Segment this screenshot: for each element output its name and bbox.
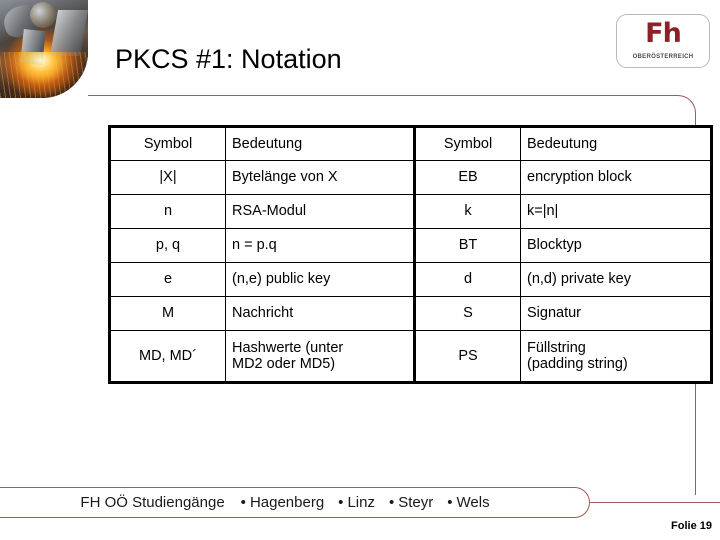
cell-meaning-right: (n,d) private key: [520, 262, 713, 297]
footer-brand: FH OÖ Studiengänge: [80, 494, 225, 511]
cell-symbol-left: |X|: [108, 160, 226, 195]
cell-symbol-left: MD, MD´: [108, 330, 226, 384]
footer-campus-label: Linz: [347, 494, 375, 511]
cell-symbol-right: EB: [413, 160, 521, 195]
table-row: n RSA-Modul k k=|n|: [108, 194, 713, 229]
photo-sparks: [0, 52, 88, 98]
footer-banner: FH OÖ Studiengänge • Hagenberg • Linz • Ste…: [0, 487, 590, 518]
fh-logo: Fh OBERÖSTERREICH: [616, 14, 710, 68]
cell-meaning-left: Nachricht: [225, 296, 415, 331]
notation-table: Symbol Bedeutung Symbol Bedeutung |X| By…: [108, 125, 713, 384]
cell-meaning-left: (n,e) public key: [225, 262, 415, 297]
cell-symbol-left: p, q: [108, 228, 226, 263]
cell-symbol-right: PS: [413, 330, 521, 384]
footer-campus-hagenberg: • Hagenberg: [241, 494, 325, 511]
footer-campus-label: Wels: [456, 494, 490, 511]
notation-table-body: Symbol Bedeutung Symbol Bedeutung |X| By…: [108, 125, 713, 384]
column-header-symbol-left: Symbol: [108, 125, 226, 161]
bullet-icon: •: [388, 494, 395, 511]
slide-number: Folie 19: [671, 520, 712, 532]
column-header-meaning-left: Bedeutung: [225, 125, 415, 161]
cell-meaning-left: Hashwerte (unter MD2 oder MD5): [225, 330, 415, 384]
footer-campus-linz: • Linz: [338, 494, 375, 511]
cell-symbol-right: k: [413, 194, 521, 229]
table-row: p, q n = p.q BT Blocktyp: [108, 228, 713, 263]
footer-campus-label: Hagenberg: [249, 494, 325, 511]
fh-logo-subtitle: OBERÖSTERREICH: [632, 54, 694, 60]
cell-meaning-right: Signatur: [520, 296, 713, 331]
footer-campus-steyr: • Steyr: [389, 494, 433, 511]
fh-logo-mark: Fh: [645, 18, 682, 49]
cell-symbol-right: d: [413, 262, 521, 297]
bullet-icon: •: [338, 494, 344, 511]
cell-meaning-right: Füllstring (padding string): [520, 330, 713, 384]
cell-meaning-left: Bytelänge von X: [225, 160, 415, 195]
footer-campus-wels: • Wels: [447, 494, 489, 511]
cell-symbol-left: M: [108, 296, 226, 331]
cell-meaning-right: k=|n|: [520, 194, 713, 229]
welding-machine-sparks-photo: [0, 0, 88, 98]
cell-symbol-left: e: [108, 262, 226, 297]
footer-campus-label: Steyr: [398, 494, 434, 511]
table-row: M Nachricht S Signatur: [108, 296, 713, 331]
page-title: PKCS #1: Notation: [115, 44, 342, 74]
cell-symbol-left: n: [108, 194, 226, 229]
bullet-icon: •: [240, 494, 246, 511]
cell-meaning-left: RSA-Modul: [225, 194, 415, 229]
table-row: |X| Bytelänge von X EB encryption block: [108, 160, 713, 195]
cell-meaning-left: n = p.q: [225, 228, 415, 263]
footer-text: FH OÖ Studiengänge • Hagenberg • Linz • Ste…: [0, 488, 589, 517]
table-header-row: Symbol Bedeutung Symbol Bedeutung: [108, 125, 713, 161]
cell-meaning-right: Blocktyp: [520, 228, 713, 263]
table-row: MD, MD´ Hashwerte (unter MD2 oder MD5) P…: [108, 330, 713, 384]
cell-symbol-right: S: [413, 296, 521, 331]
cell-meaning-right: encryption block: [520, 160, 713, 195]
column-header-symbol-right: Symbol: [413, 125, 521, 161]
table-row: e (n,e) public key d (n,d) private key: [108, 262, 713, 297]
cell-symbol-right: BT: [413, 228, 521, 263]
bullet-icon: •: [447, 494, 453, 511]
photo-machine-wheel: [30, 2, 56, 28]
column-header-meaning-right: Bedeutung: [520, 125, 713, 161]
